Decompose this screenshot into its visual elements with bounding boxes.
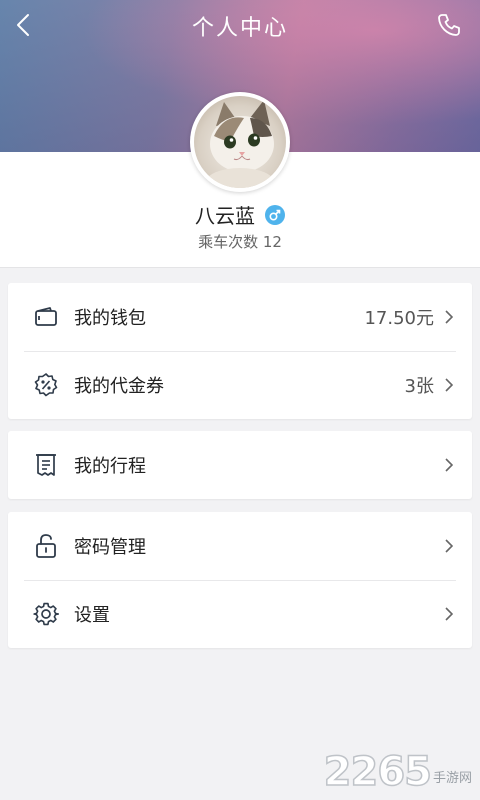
phone-icon bbox=[436, 12, 462, 38]
settings-label: 设置 bbox=[74, 601, 442, 627]
male-icon bbox=[265, 205, 285, 225]
chevron-right-icon bbox=[442, 606, 454, 622]
discount-icon bbox=[32, 371, 60, 399]
watermark-text: 手游网 bbox=[433, 767, 472, 786]
wallet-icon bbox=[32, 303, 60, 331]
wallet-label: 我的钱包 bbox=[74, 304, 364, 330]
watermark-number: 2265 bbox=[324, 752, 431, 792]
trips-label: 我的行程 bbox=[74, 452, 442, 478]
password-label: 密码管理 bbox=[74, 533, 442, 559]
menu-item-password[interactable]: 密码管理 bbox=[8, 512, 472, 580]
chevron-right-icon bbox=[442, 538, 454, 554]
menu-item-vouchers[interactable]: 我的代金券 3张 bbox=[8, 351, 472, 419]
user-name: 八云蓝 bbox=[195, 200, 255, 229]
lock-icon bbox=[32, 532, 60, 560]
wallet-card: 我的钱包 17.50元 我的代金券 3张 bbox=[8, 283, 472, 419]
chevron-right-icon bbox=[442, 309, 454, 325]
page-title: 个人中心 bbox=[0, 10, 480, 42]
ride-count: 乘车次数 12 bbox=[0, 231, 480, 252]
chevron-right-icon bbox=[442, 457, 454, 473]
phone-button[interactable] bbox=[432, 8, 466, 42]
menu-item-trips[interactable]: 我的行程 bbox=[8, 431, 472, 499]
avatar[interactable] bbox=[190, 92, 290, 192]
watermark: 2265 手游网 bbox=[324, 752, 472, 792]
chevron-right-icon bbox=[442, 377, 454, 393]
user-name-row: 八云蓝 bbox=[0, 200, 480, 229]
receipt-icon bbox=[32, 451, 60, 479]
trips-card: 我的行程 bbox=[8, 431, 472, 499]
menu-item-wallet[interactable]: 我的钱包 17.50元 bbox=[8, 283, 472, 351]
vouchers-label: 我的代金券 bbox=[74, 372, 405, 398]
settings-card: 密码管理 设置 bbox=[8, 512, 472, 648]
cat-avatar-image bbox=[194, 96, 286, 188]
vouchers-count: 3张 bbox=[405, 372, 434, 398]
wallet-balance: 17.50元 bbox=[364, 304, 434, 330]
menu-item-settings[interactable]: 设置 bbox=[8, 580, 472, 648]
gear-icon bbox=[32, 600, 60, 628]
